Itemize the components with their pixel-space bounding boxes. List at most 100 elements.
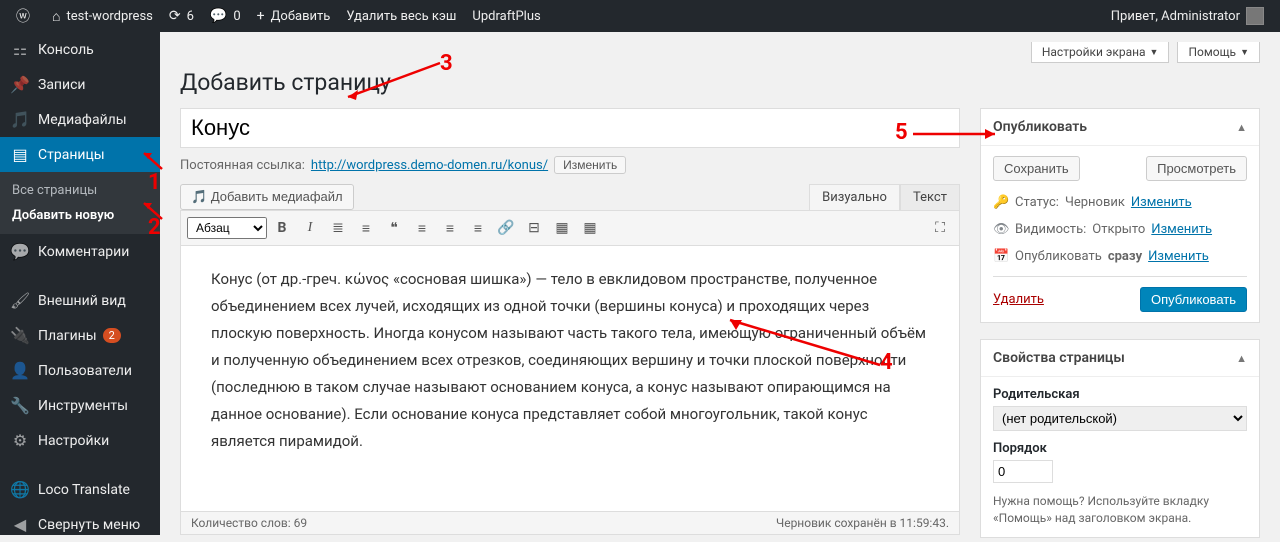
content-area: Настройки экрана▼ Помощь▼ Добавить стран… <box>160 32 1280 535</box>
collapse-icon: ◀ <box>10 515 30 534</box>
comments-count: 0 <box>233 9 240 24</box>
schedule-row: 📅Опубликовать сразу Изменить <box>993 243 1247 270</box>
publish-metabox: Опубликовать▲ Сохранить Просмотреть 🔑Ста… <box>980 108 1260 323</box>
order-input[interactable] <box>993 460 1053 483</box>
pin-icon: 📌 <box>10 75 30 94</box>
post-title-input[interactable] <box>180 108 960 148</box>
help-tab[interactable]: Помощь▼ <box>1177 42 1260 63</box>
plugin-icon: 🔌 <box>10 326 30 345</box>
screen-meta: Настройки экрана▼ Помощь▼ <box>180 42 1260 63</box>
chevron-down-icon: ▼ <box>1240 47 1249 58</box>
avatar <box>1246 7 1264 25</box>
menu-plugins[interactable]: 🔌Плагины2 <box>0 318 160 353</box>
site-name-link[interactable]: ⌂test-wordpress <box>44 0 161 32</box>
menu-loco[interactable]: 🌐Loco Translate <box>0 472 160 507</box>
plugin-badge: 2 <box>103 328 121 343</box>
numbered-list-button[interactable]: ≡ <box>353 215 379 241</box>
editor-toolbar: Абзац B I ≣ ≡ ❝ ≡ ≡ ≡ 🔗 ⊟ ▦ ▦ ⛶ <box>181 211 959 246</box>
brush-icon: 🖌 <box>10 291 30 310</box>
save-draft-button[interactable]: Сохранить <box>993 156 1080 181</box>
media-icon: 🎵 <box>10 110 30 129</box>
publish-button[interactable]: Опубликовать <box>1140 287 1247 312</box>
editor-tabs: Визуально Текст <box>809 184 960 210</box>
admin-bar: ⓦ ⌂test-wordpress ⟳6 💬0 +Добавить Удалит… <box>0 0 1280 32</box>
plus-icon: + <box>257 8 265 24</box>
edit-schedule-link[interactable]: Изменить <box>1148 249 1209 264</box>
menu-posts[interactable]: 📌Записи <box>0 67 160 102</box>
menu-comments[interactable]: 💬Комментарии <box>0 234 160 269</box>
editor-status: Количество слов: 69 Черновик сохранён в … <box>181 511 959 534</box>
submenu-all-pages[interactable]: Все страницы <box>0 178 160 203</box>
site-name-label: test-wordpress <box>66 9 152 24</box>
wordpress-icon: ⓦ <box>16 6 30 26</box>
new-content-label: Добавить <box>271 9 331 24</box>
menu-users[interactable]: 👤Пользователи <box>0 353 160 388</box>
tab-text[interactable]: Текст <box>900 184 960 211</box>
new-content-link[interactable]: + Добавить <box>249 0 339 32</box>
menu-settings[interactable]: ⚙Настройки <box>0 423 160 458</box>
page-icon: ▤ <box>10 145 30 164</box>
permalink-link[interactable]: http://wordpress.demo-domen.ru/konus/ <box>311 158 548 173</box>
updates-count: 6 <box>187 9 194 24</box>
edit-status-link[interactable]: Изменить <box>1131 195 1192 210</box>
menu-tools[interactable]: 🔧Инструменты <box>0 388 160 423</box>
my-account-link[interactable]: Привет, Administrator <box>1103 0 1272 32</box>
howdy-label: Привет, Administrator <box>1111 9 1240 24</box>
parent-label: Родительская <box>993 387 1247 402</box>
chevron-up-icon: ▲ <box>1236 352 1247 365</box>
fullscreen-button[interactable]: ⛶ <box>927 215 953 241</box>
delete-link[interactable]: Удалить <box>993 292 1044 307</box>
italic-button[interactable]: I <box>297 215 323 241</box>
chevron-up-icon: ▲ <box>1236 121 1247 134</box>
link-button[interactable]: 🔗 <box>493 215 519 241</box>
table-button[interactable]: ▦ <box>549 215 575 241</box>
menu-media[interactable]: 🎵Медиафайлы <box>0 102 160 137</box>
parent-select[interactable]: (нет родительской) <box>993 406 1247 431</box>
update-icon: ⟳ <box>169 8 181 24</box>
tab-visual[interactable]: Визуально <box>809 184 900 211</box>
order-label: Порядок <box>993 441 1247 456</box>
status-row: 🔑Статус: Черновик Изменить <box>993 189 1247 216</box>
wp-logo[interactable]: ⓦ <box>8 0 44 32</box>
media-icon: 🎵 <box>191 189 207 204</box>
clear-cache-label: Удалить весь кэш <box>346 9 456 24</box>
align-right-button[interactable]: ≡ <box>465 215 491 241</box>
wrench-icon: 🔧 <box>10 396 30 415</box>
eye-icon: 👁 <box>993 222 1009 237</box>
calendar-icon: 📅 <box>993 249 1009 264</box>
permalink-edit-button[interactable]: Изменить <box>554 156 626 174</box>
updates-link[interactable]: ⟳6 <box>161 0 202 32</box>
edit-visibility-link[interactable]: Изменить <box>1151 222 1212 237</box>
preview-button[interactable]: Просмотреть <box>1146 156 1247 181</box>
menu-pages[interactable]: ▤Страницы <box>0 137 160 172</box>
user-icon: 👤 <box>10 361 30 380</box>
attributes-metabox: Свойства страницы▲ Родительская (нет род… <box>980 339 1260 538</box>
translate-icon: 🌐 <box>10 480 30 499</box>
clear-cache-link[interactable]: Удалить весь кэш <box>338 0 464 32</box>
more-button[interactable]: ⊟ <box>521 215 547 241</box>
align-left-button[interactable]: ≡ <box>409 215 435 241</box>
menu-dashboard[interactable]: ⚏Консоль <box>0 32 160 67</box>
permalink-row: Постоянная ссылка: http://wordpress.demo… <box>180 156 960 174</box>
publish-heading[interactable]: Опубликовать▲ <box>981 109 1259 146</box>
toolbar-toggle-button[interactable]: ▦ <box>577 215 603 241</box>
editor-body[interactable]: Конус (от др.-греч. κώνος «сосновая шишк… <box>181 246 959 511</box>
submenu-add-page[interactable]: Добавить новую <box>0 203 160 228</box>
submenu-pages: Все страницы Добавить новую <box>0 172 160 234</box>
bold-button[interactable]: B <box>269 215 295 241</box>
align-center-button[interactable]: ≡ <box>437 215 463 241</box>
comments-link[interactable]: 💬0 <box>202 0 249 32</box>
comment-icon: 💬 <box>210 8 227 24</box>
quote-button[interactable]: ❝ <box>381 215 407 241</box>
format-select[interactable]: Абзац <box>187 217 267 239</box>
menu-appearance[interactable]: 🖌Внешний вид <box>0 283 160 318</box>
add-media-button[interactable]: 🎵 Добавить медиафайл <box>180 184 354 210</box>
screen-options-tab[interactable]: Настройки экрана▼ <box>1031 42 1170 63</box>
word-count: Количество слов: 69 <box>191 516 307 530</box>
bullet-list-button[interactable]: ≣ <box>325 215 351 241</box>
attributes-heading[interactable]: Свойства страницы▲ <box>981 340 1259 377</box>
collapse-menu[interactable]: ◀Свернуть меню <box>0 507 160 542</box>
admin-sidebar: ⚏Консоль 📌Записи 🎵Медиафайлы ▤Страницы В… <box>0 32 160 535</box>
updraft-link[interactable]: UpdraftPlus <box>464 0 548 32</box>
visibility-row: 👁Видимость: Открыто Изменить <box>993 216 1247 243</box>
